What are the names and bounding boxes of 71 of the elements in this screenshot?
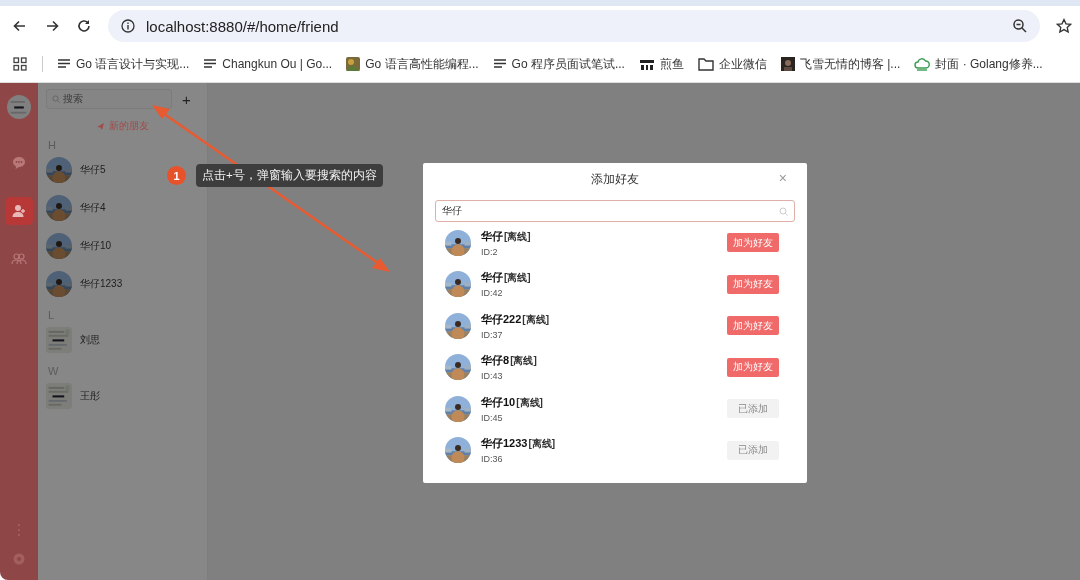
status-text: [离线] — [528, 437, 556, 452]
user-id: ID:36 — [481, 454, 504, 465]
user-name: 华仔8 — [481, 353, 510, 369]
add-friend-button[interactable]: 加为好友 — [727, 274, 779, 294]
lines-icon — [203, 57, 218, 71]
contact-name: 王彤 — [80, 389, 100, 403]
search-field[interactable]: 搜索 — [46, 89, 172, 109]
image-icon — [346, 57, 361, 71]
folder-icon — [697, 57, 714, 71]
add-button[interactable]: + — [180, 91, 193, 107]
bookmark[interactable]: Changkun Ou | Go... — [203, 57, 333, 71]
user-name: 华仔 — [481, 228, 503, 244]
contact-name: 华仔10 — [80, 239, 112, 253]
info-icon[interactable] — [120, 18, 136, 34]
bookmark[interactable]: 飞雪无情的博客 |... — [780, 55, 901, 73]
contact-item[interactable]: 王彤 — [46, 377, 100, 415]
search-field[interactable]: 华仔 — [435, 200, 795, 222]
group-icon — [11, 251, 27, 267]
contact-item[interactable]: 刘思 — [46, 321, 100, 359]
back-icon[interactable] — [12, 18, 28, 34]
star-icon[interactable] — [1056, 18, 1072, 34]
bookmark[interactable]: 企业微信 — [697, 55, 767, 73]
contact-name: 刘思 — [80, 333, 100, 347]
user-name: 华仔222 — [481, 311, 522, 327]
bookmark[interactable]: Go 程序员面试笔试... — [492, 55, 625, 73]
add-friend-button[interactable]: 加为好友 — [727, 316, 779, 336]
contact-name: 华仔5 — [80, 163, 106, 177]
reload-icon[interactable] — [76, 18, 92, 34]
zoom-icon[interactable] — [1012, 18, 1028, 34]
contact-item[interactable]: 华仔1233 — [46, 265, 123, 303]
contact-item[interactable]: 华仔4 — [46, 189, 106, 227]
close-button[interactable]: × — [774, 171, 791, 185]
status-text: [离线] — [504, 271, 531, 286]
contact-name: 华仔4 — [80, 201, 106, 215]
dialog-title: 添加好友 — [591, 170, 639, 188]
portrait-icon — [780, 57, 795, 71]
user-id: ID:43 — [481, 371, 504, 382]
user-name: 华仔10 — [481, 394, 516, 410]
paper-plane-icon — [96, 121, 105, 131]
tooltip: 点击+号，弹窗输入要搜索的内容 — [196, 164, 383, 187]
user-id: ID:37 — [481, 329, 504, 340]
status-text: [离线] — [504, 229, 531, 244]
contact-item[interactable]: 华仔10 — [46, 227, 112, 265]
bookmark[interactable]: Go 语言高性能编程... — [346, 55, 479, 73]
forward-icon[interactable] — [44, 18, 60, 34]
user-id: ID:45 — [481, 412, 504, 423]
status-text: [离线] — [516, 395, 543, 410]
contact-item[interactable]: 华仔5 — [46, 151, 106, 189]
user-name: 华仔 — [481, 270, 503, 286]
chat-icon — [11, 155, 27, 171]
lines-icon — [57, 57, 71, 71]
status-text: [离线] — [510, 354, 537, 369]
bookmark[interactable]: 封面 · Golang修养... — [914, 55, 1043, 73]
contact-name: 华仔1233 — [80, 277, 123, 291]
user-id: ID:2 — [481, 246, 499, 257]
address-bar[interactable]: localhost:8880/#/home/friend — [108, 10, 1040, 42]
apps-icon[interactable] — [12, 56, 28, 72]
add-user-icon — [11, 203, 27, 219]
search-icon — [52, 95, 60, 103]
user-id: ID:42 — [481, 288, 504, 299]
lines-icon — [492, 57, 507, 71]
cloud-icon — [914, 57, 931, 71]
sidebar-tab[interactable] — [5, 197, 33, 225]
logo-icon — [638, 57, 655, 71]
url-text: localhost:8880/#/home/friend — [146, 17, 340, 35]
user-name: 华仔1233 — [481, 436, 528, 452]
bookmark[interactable]: Go 语言设计与实现... — [57, 55, 190, 73]
add-friend-button[interactable]: 加为好友 — [727, 233, 779, 253]
status-text: [离线] — [522, 312, 550, 327]
bookmark[interactable]: 煎鱼 — [638, 55, 684, 73]
add-friend-button[interactable]: 加为好友 — [727, 357, 779, 377]
